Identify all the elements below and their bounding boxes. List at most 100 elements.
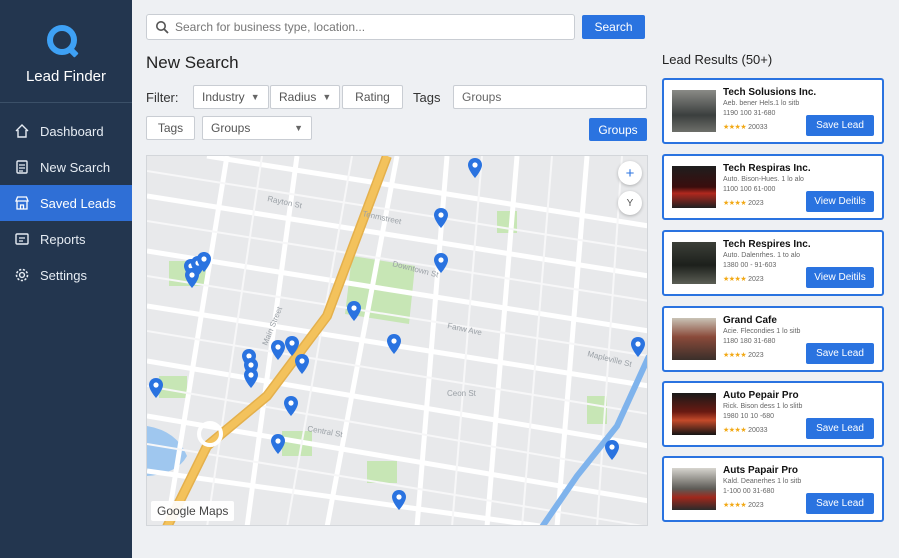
lead-rating: ★★★★ 2023 (723, 351, 764, 359)
search-input[interactable] (175, 20, 565, 34)
lead-rating-value: 2023 (748, 502, 764, 509)
lead-thumbnail (672, 318, 716, 360)
map-pin-icon[interactable] (434, 253, 448, 273)
map-pin-icon[interactable] (244, 368, 258, 388)
search-button[interactable]: Search (582, 15, 645, 39)
locate-button[interactable]: Y (618, 191, 642, 215)
map-pin-icon[interactable] (285, 336, 299, 356)
star-rating-icon: ★★★★ (723, 200, 747, 207)
lead-card[interactable]: Tech Respires Inc. Auto. Dalenrhes. 1 to… (662, 230, 884, 296)
star-rating-icon: ★★★★ (723, 352, 747, 359)
lead-card[interactable]: Auto Pepair Pro Rick. Bison dess 1 lo sl… (662, 381, 884, 447)
lead-name: Auts Papair Pro (723, 465, 799, 476)
lead-rating-value: 20033 (748, 427, 768, 434)
industry-dropdown[interactable]: Industry ▼ (193, 85, 269, 109)
star-rating-icon: ★★★★ (723, 276, 747, 283)
groups-dropdown[interactable]: Groups ▼ (202, 116, 312, 140)
lead-rating-value: 2023 (748, 200, 764, 207)
lead-card[interactable]: Tech Respiras Inc. Auto. Bison-Hues. 1 l… (662, 154, 884, 220)
lead-thumbnail (672, 393, 716, 435)
lead-address: Rick. Bison dess 1 lo slitb (723, 403, 803, 410)
lead-name: Tech Respires Inc. (723, 239, 811, 250)
save-lead-button[interactable]: Save Lead (806, 418, 874, 439)
lead-phone: 1380 00 - 91-603 (723, 262, 777, 269)
view-details-button[interactable]: View Deitils (806, 191, 874, 212)
lead-phone: 1980 10 10 -680 (723, 413, 774, 420)
lead-name: Auto Pepair Pro (723, 390, 799, 401)
map-view[interactable]: Tenmstreet Downtown St Fanw Ave Maplevil… (146, 155, 648, 526)
lead-rating-value: 2023 (748, 276, 764, 283)
home-icon (14, 123, 30, 139)
star-rating-icon: ★★★★ (723, 124, 747, 131)
filter-label: Filter: (146, 90, 179, 105)
chevron-down-icon: ▼ (322, 92, 332, 102)
sidebar-divider (0, 102, 132, 103)
document-icon (14, 159, 30, 175)
lead-card[interactable]: Grand Cafe Acie. Flecondies 1 lo sitb 11… (662, 306, 884, 372)
chevron-down-icon: ▼ (294, 123, 303, 133)
page-title: New Search (146, 53, 239, 72)
zoom-in-button[interactable]: + (618, 161, 642, 185)
lead-thumbnail (672, 242, 716, 284)
view-details-button[interactable]: View Deitils (806, 267, 874, 288)
map-pin-icon[interactable] (387, 334, 401, 354)
map-pin-icon[interactable] (631, 337, 645, 357)
sidebar-item-settings[interactable]: Settings (0, 257, 132, 293)
save-lead-button[interactable]: Save Lead (806, 115, 874, 136)
brand-name: Lead Finder (25, 68, 107, 85)
map-pin-icon[interactable] (271, 434, 285, 454)
gear-icon (14, 267, 30, 283)
map-pin-icon[interactable] (271, 340, 285, 360)
sidebar-item-label: Dashboard (40, 123, 104, 139)
map-pin-icon[interactable] (197, 252, 211, 272)
map-pin-icon[interactable] (347, 301, 361, 321)
tags-chip-label: Tags (157, 121, 184, 135)
lead-address: Auto. Bison-Hues. 1 lo alo (723, 176, 804, 183)
sidebar-item-saved-leads[interactable]: Saved Leads (0, 185, 132, 221)
map-pin-icon[interactable] (434, 208, 448, 228)
park-area (367, 461, 397, 483)
groups-placeholder: Groups (462, 90, 502, 104)
lead-phone: 1190 100 31-680 (723, 110, 776, 117)
lead-rating: ★★★★ 2023 (723, 275, 764, 283)
lead-rating: ★★★★ 2023 (723, 199, 764, 207)
radius-label: Radius (279, 90, 317, 104)
save-lead-button[interactable]: Save Lead (806, 343, 874, 364)
map-pin-icon[interactable] (468, 158, 482, 178)
map-pin-icon[interactable] (605, 440, 619, 460)
sidebar-item-reports[interactable]: Reports (0, 221, 132, 257)
groups-button[interactable]: Groups (589, 118, 647, 141)
map-pin-icon[interactable] (392, 490, 406, 510)
rating-filter[interactable]: Rating (342, 85, 403, 109)
lead-thumbnail (672, 90, 716, 132)
store-icon (14, 195, 30, 211)
map-pin-icon[interactable] (295, 354, 309, 374)
map-pin-icon[interactable] (149, 378, 163, 398)
radius-dropdown[interactable]: Radius ▼ (270, 85, 341, 109)
sidebar-item-new-search[interactable]: New Scarch (0, 149, 132, 185)
lead-thumbnail (672, 166, 716, 208)
sidebar-item-label: New Scarch (40, 159, 111, 175)
map-pin-icon[interactable] (185, 268, 199, 288)
lead-phone: 1-100 00 31-680 (723, 488, 775, 495)
lead-address: Aeb. bener Hels.1 lo sitb (723, 100, 800, 107)
sidebar-item-dashboard[interactable]: Dashboard (0, 113, 132, 149)
groups-field[interactable]: Groups (453, 85, 647, 109)
search-box (146, 14, 575, 40)
lead-card[interactable]: Tech Solusions Inc. Aeb. bener Hels.1 lo… (662, 78, 884, 144)
tags-filter[interactable]: Tags (146, 116, 195, 140)
map-attribution: Google Maps (151, 501, 235, 521)
lead-phone: 1180 180 31-680 (723, 338, 776, 345)
save-lead-button[interactable]: Save Lead (806, 493, 874, 514)
svg-text:Ceon St: Ceon St (447, 389, 477, 398)
lead-rating-value: 2023 (748, 352, 764, 359)
park-area (159, 376, 187, 398)
industry-label: Industry (202, 90, 245, 104)
tags-label: Tags (413, 90, 441, 105)
groups-chip-label: Groups (211, 121, 251, 135)
lead-card[interactable]: Auts Papair Pro Kald. Deanerhes 1 lo sit… (662, 456, 884, 522)
chevron-down-icon: ▼ (250, 92, 260, 102)
map-pin-icon[interactable] (284, 396, 298, 416)
results-title: Lead Results (50+) (662, 52, 773, 67)
lead-address: Acie. Flecondies 1 lo sitb (723, 328, 801, 335)
